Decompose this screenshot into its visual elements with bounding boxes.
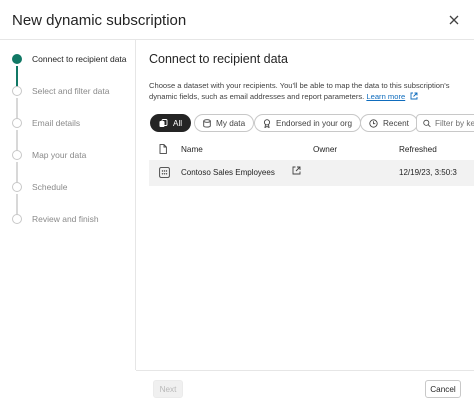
step-schedule: Schedule	[12, 179, 67, 195]
filter-search-box	[416, 114, 474, 132]
dialog-footer: Next Cancel	[136, 370, 474, 404]
dialog-title: New dynamic subscription	[12, 12, 187, 29]
step-indicator	[12, 214, 22, 224]
step-label: Review and finish	[32, 214, 99, 224]
name-column-header[interactable]: Name	[181, 145, 203, 154]
dataset-name: Contoso Sales Employees	[181, 168, 275, 177]
step-indicator	[12, 182, 22, 192]
filter-label: My data	[216, 118, 246, 128]
section-title: Connect to recipient data	[149, 52, 288, 66]
step-label: Connect to recipient data	[32, 54, 127, 64]
all-icon	[159, 118, 168, 128]
new-dynamic-subscription-dialog: New dynamic subscription Connect to reci…	[0, 0, 474, 404]
learn-more-label: Learn more	[366, 92, 406, 101]
filter-bar: All My data Endorsed in your org Recent	[149, 114, 474, 136]
step-indicator	[12, 150, 22, 160]
filter-recent-button[interactable]: Recent	[360, 114, 418, 132]
step-current-indicator	[12, 54, 22, 64]
owner-column-header[interactable]: Owner	[313, 145, 337, 154]
file-type-column-header	[159, 144, 167, 156]
filter-my-data-button[interactable]: My data	[194, 114, 255, 132]
database-icon	[203, 118, 211, 128]
step-indicator	[12, 86, 22, 96]
wizard-stepper: Connect to recipient data Select and fil…	[0, 40, 136, 370]
learn-more-link[interactable]: Learn more	[366, 92, 405, 101]
dialog-header: New dynamic subscription	[0, 0, 474, 40]
cancel-button[interactable]: Cancel	[425, 380, 461, 398]
external-link-icon	[410, 92, 418, 100]
step-indicator	[12, 118, 22, 128]
search-icon	[423, 119, 431, 127]
table-header: Name Owner Refreshed	[149, 143, 474, 158]
filter-search-input[interactable]	[435, 118, 474, 128]
description: Choose a dataset with your recipients. Y…	[149, 80, 467, 102]
step-label: Select and filter data	[32, 86, 110, 96]
filter-label: Recent	[383, 118, 409, 128]
step-review-finish: Review and finish	[12, 211, 99, 227]
refreshed-column-header[interactable]: Refreshed	[399, 145, 437, 154]
external-link-icon	[292, 166, 301, 175]
endorsed-icon	[263, 118, 271, 128]
next-button[interactable]: Next	[153, 380, 183, 398]
step-connect-recipient-data: Connect to recipient data	[12, 51, 127, 67]
step-select-filter-data: Select and filter data	[12, 83, 110, 99]
dataset-refreshed: 12/19/23, 3:50:3	[399, 168, 457, 177]
document-icon	[159, 144, 167, 154]
clock-icon	[369, 118, 378, 128]
close-button[interactable]	[444, 10, 464, 30]
description-text: Choose a dataset with your recipients. Y…	[149, 81, 450, 101]
filter-label: All	[173, 118, 183, 128]
close-icon	[449, 15, 459, 25]
dataset-icon	[159, 167, 170, 180]
main-content: Connect to recipient data Choose a datas…	[149, 40, 474, 370]
filter-label: Endorsed in your org	[276, 118, 353, 128]
open-dataset-link[interactable]	[292, 166, 301, 177]
step-label: Map your data	[32, 150, 87, 160]
dataset-table: Name Owner Refreshed Contoso Sales Emplo…	[149, 143, 474, 186]
filter-endorsed-button[interactable]: Endorsed in your org	[254, 114, 362, 132]
filter-all-button[interactable]: All	[150, 114, 192, 132]
step-email-details: Email details	[12, 115, 80, 131]
table-row[interactable]: Contoso Sales Employees 12/19/23, 3:50:3	[149, 160, 474, 186]
step-label: Schedule	[32, 182, 68, 192]
step-label: Email details	[32, 118, 81, 128]
step-map-your-data: Map your data	[12, 147, 86, 163]
